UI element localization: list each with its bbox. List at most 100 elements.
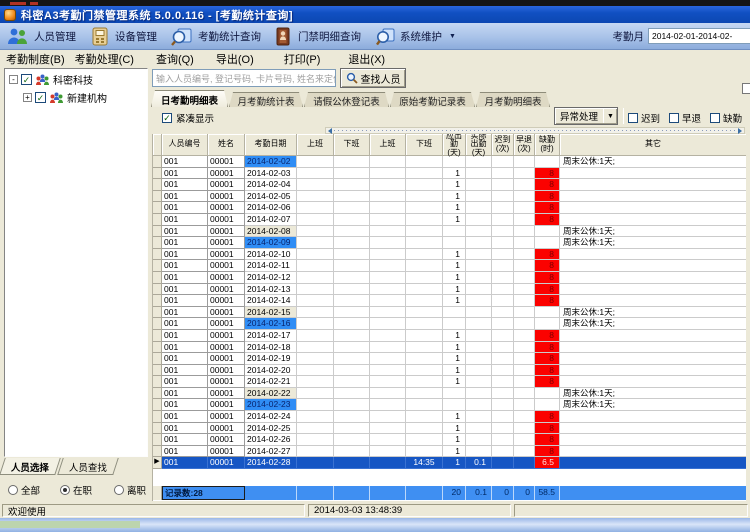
table-row[interactable]: 001 00001 2014-02-16 周末公休:1天; [153,318,746,330]
absent-hours-cell: 8 [535,260,560,272]
worktime-cell [334,364,370,377]
late-cell [492,457,514,470]
absent-hours-cell: 8 [535,179,560,191]
compact-display-checkbox[interactable]: 紧凑显示 [162,111,214,125]
due-days-cell: 1 [443,341,466,354]
other-remark-cell: 周末公休:1天; [560,226,746,238]
attendance-date-cell: 2014-02-26 [245,434,297,446]
filter-late[interactable]: 迟到 [628,111,660,125]
collapse-icon[interactable]: - [9,75,18,84]
person-name-cell: 00001 [208,190,245,203]
menu-item-print[interactable]: 打印(P) [281,50,324,68]
person-id-cell: 001 [162,202,208,214]
summary-worktime [334,486,370,500]
title-bar[interactable]: 科密A3考勤门禁管理系统 5.0.0.116 - [考勤统计查询] [0,6,750,23]
checkbox-icon[interactable] [35,92,46,103]
menu-item-attendance-process[interactable]: 考勤处理(C) [72,50,137,68]
tab-leave-register[interactable]: 请假公休登记表 [304,92,389,107]
radio-active[interactable]: 在职 [60,483,92,497]
worktime-cell [406,295,443,307]
checkbox-icon[interactable] [21,74,32,85]
late-cell [492,341,514,354]
person-name-cell: 00001 [208,387,245,400]
worktime-cell [370,445,406,458]
toolbar-button-system-maintain[interactable]: 系统维护 ▼ [368,25,463,48]
person-id-cell: 001 [162,167,208,180]
worktime-cell [370,213,406,226]
table-row[interactable]: 001 00001 2014-02-14 1 8 [153,295,746,307]
toolbar-button-attendance-query[interactable]: 考勤统计查询 [164,25,268,48]
radio-resigned[interactable]: 离职 [114,483,146,497]
tab-person-select[interactable]: 人员选择 [0,458,61,475]
find-person-button[interactable]: 查找人员 [340,68,406,88]
table-row[interactable]: 001 00001 2014-02-22 周末公休:1天; [153,387,746,400]
tree-node-branch[interactable]: + 新建机构 [5,90,147,105]
menu-item-query[interactable]: 查询(Q) [153,50,197,68]
other-remark-cell [560,446,746,458]
attendance-date-cell: 2014-02-12 [245,271,297,284]
scroll-left-icon[interactable] [328,127,332,134]
toolbar-button-door-query[interactable]: 门禁明细查询 [268,25,368,48]
toolbar-button-personnel[interactable]: 人员管理 [0,25,83,47]
table-row[interactable]: 001 00001 2014-02-11 1 8 [153,260,746,272]
person-search-input[interactable]: 输入人员编号, 登记号码, 卡片号码, 姓名来定位记录 [152,69,336,87]
tab-person-find[interactable]: 人员查找 [57,458,119,475]
table-row[interactable]: 001 00001 2014-02-18 1 8 [153,341,746,354]
row-indicator [153,445,162,458]
actual-days-cell [466,283,492,296]
table-row[interactable]: 001 00001 2014-02-27 1 8 [153,445,746,458]
early-cell [514,202,535,214]
radio-all[interactable]: 全部 [8,483,40,497]
summary-due-days: 20 [443,486,466,500]
worktime-cell [297,399,334,412]
filter-early-leave[interactable]: 早退 [669,111,701,125]
tree-node-company[interactable]: - 科密科技 [5,72,147,87]
table-row[interactable]: 001 00001 2014-02-09 周末公休:1天; [153,237,746,249]
table-row[interactable]: ▶ 001 00001 2014-02-28 14:35 1 0.1 6.5 [153,457,746,470]
table-row[interactable]: 001 00001 2014-02-25 1 8 [153,422,746,435]
table-row[interactable]: 001 00001 2014-02-05 1 8 [153,190,746,203]
table-row[interactable]: 001 00001 2014-02-24 1 8 [153,411,746,423]
person-name-cell: 00001 [208,318,245,330]
table-row[interactable]: 001 00001 2014-02-20 1 8 [153,364,746,377]
other-remark-cell [560,272,746,284]
exception-handle-button[interactable]: 异常处理 ▼ [554,107,618,125]
table-row[interactable]: 001 00001 2014-02-23 周末公休:1天; [153,399,746,412]
other-remark-cell: 周末公休:1天; [560,399,746,412]
early-cell [514,260,535,272]
tab-monthly-detail[interactable]: 月考勤明细表 [476,92,550,107]
tab-monthly-stats[interactable]: 月考勤统计表 [229,92,303,107]
table-row[interactable]: 001 00001 2014-02-02 周末公休:1天; [153,156,746,168]
table-row[interactable]: 001 00001 2014-02-07 1 8 [153,213,746,226]
menu-item-exit[interactable]: 退出(X) [345,50,388,68]
table-row[interactable]: 001 00001 2014-02-19 1 8 [153,353,746,365]
scroll-right-icon[interactable] [738,127,742,134]
worktime-cell [297,271,334,284]
table-row[interactable]: 001 00001 2014-02-17 1 8 [153,329,746,342]
filter-absent[interactable]: 缺勤 [710,111,742,125]
early-cell [514,190,535,203]
menu-item-export[interactable]: 导出(O) [213,50,257,68]
toolbar-button-device[interactable]: 设备管理 [83,25,164,48]
tab-raw-records[interactable]: 原始考勤记录表 [390,92,475,107]
table-row[interactable]: 001 00001 2014-02-15 周末公休:1天; [153,306,746,319]
worktime-cell [297,225,334,238]
tab-daily-detail[interactable]: 日考勤明细表 [151,90,228,107]
worktime-cell [297,260,334,272]
table-row[interactable]: 001 00001 2014-02-10 1 8 [153,248,746,261]
system-maintain-icon [376,28,395,45]
expand-icon[interactable]: + [23,93,32,102]
table-row[interactable]: 001 00001 2014-02-03 1 8 [153,167,746,180]
scrollbar-track[interactable] [334,130,738,131]
table-row[interactable]: 001 00001 2014-02-12 1 8 [153,271,746,284]
table-row[interactable]: 001 00001 2014-02-13 1 8 [153,283,746,296]
table-row[interactable]: 001 00001 2014-02-21 1 8 [153,376,746,388]
menu-bar: 考勤制度(B) 考勤处理(C) 查询(Q) 导出(O) 打印(P) 退出(X) [0,50,750,67]
table-row[interactable]: 001 00001 2014-02-26 1 8 [153,434,746,446]
table-row[interactable]: 001 00001 2014-02-04 1 8 [153,179,746,191]
horizontal-scrollbar[interactable] [325,127,745,134]
table-row[interactable]: 001 00001 2014-02-06 1 8 [153,202,746,214]
table-row[interactable]: 001 00001 2014-02-08 周末公休:1天; [153,225,746,238]
menu-item-attendance-policy[interactable]: 考勤制度(B) [3,50,68,68]
attendance-month-input[interactable]: 2014-02-01-2014-02- [648,28,750,44]
